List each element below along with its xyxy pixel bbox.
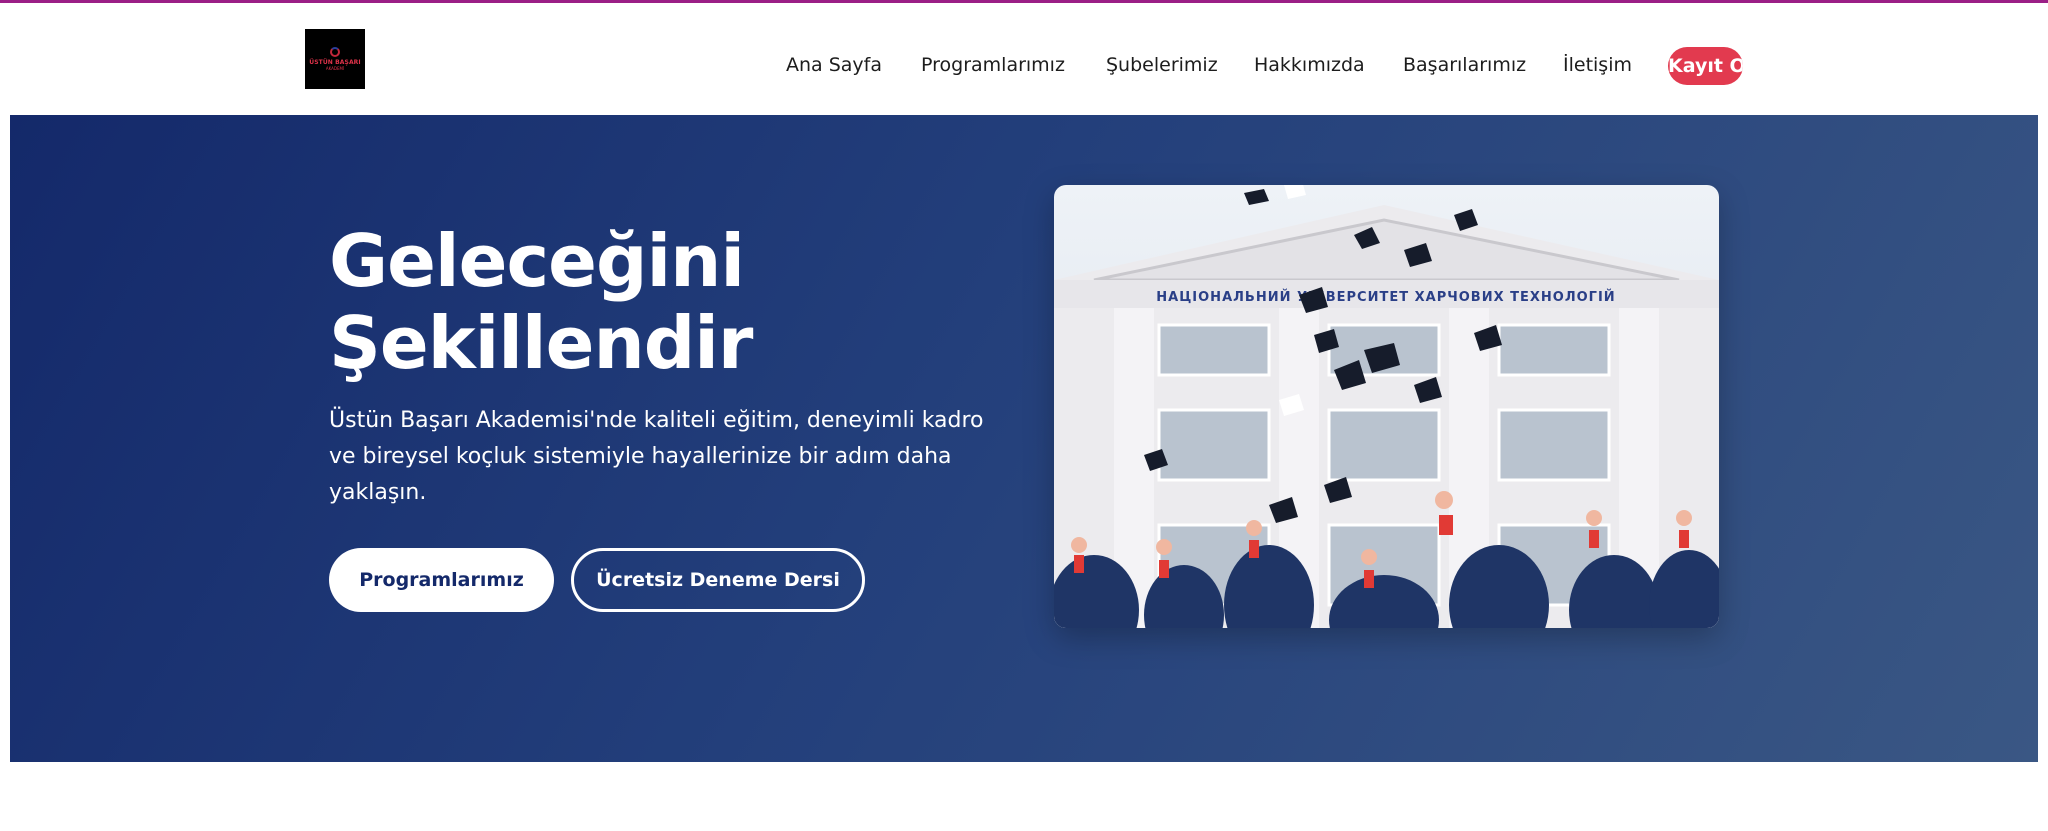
main-navigation: Ana Sayfa Programlarımız Şubelerimiz Hak… bbox=[0, 47, 2048, 85]
hero-section: Geleceğini Şekillendir Üstün Başarı Akad… bbox=[10, 115, 2038, 762]
nav-item-contact[interactable]: İletişim bbox=[1563, 47, 1632, 83]
nav-item-programs[interactable]: Programlarımız bbox=[921, 47, 1065, 83]
nav-item-home[interactable]: Ana Sayfa bbox=[786, 47, 882, 83]
programs-button[interactable]: Programlarımız bbox=[329, 548, 554, 612]
hero-title-line-1: Geleceğini bbox=[329, 219, 745, 303]
page-continuation bbox=[0, 762, 2048, 831]
hero-title: Geleceğini Şekillendir bbox=[329, 220, 969, 384]
site-header: ÜSTÜN BAŞARI AKADEMİ Ana Sayfa Programla… bbox=[0, 3, 2048, 115]
nav-item-achievements[interactable]: Başarılarımız bbox=[1403, 47, 1526, 83]
nav-item-branches[interactable]: Şubelerimiz bbox=[1106, 47, 1218, 83]
register-button[interactable]: Kayıt Ol bbox=[1668, 47, 1743, 85]
building-inscription: НАЦІОНАЛЬНИЙ УНІВЕРСИТЕТ ХАРЧОВИХ ТЕХНОЛ… bbox=[1156, 289, 1615, 305]
graduation-photo-illustration: НАЦІОНАЛЬНИЙ УНІВЕРСИТЕТ ХАРЧОВИХ ТЕХНОЛ… bbox=[1054, 185, 1719, 628]
hero-description: Üstün Başarı Akademisi'nde kaliteli eğit… bbox=[329, 408, 984, 505]
free-trial-button[interactable]: Ücretsiz Deneme Dersi bbox=[571, 548, 865, 612]
hero-title-line-2: Şekillendir bbox=[329, 301, 753, 385]
graduation-photo: НАЦІОНАЛЬНИЙ УНІВЕРСИТЕТ ХАРЧОВИХ ТЕХНОЛ… bbox=[1054, 185, 1719, 628]
nav-item-about[interactable]: Hakkımızda bbox=[1254, 47, 1365, 83]
